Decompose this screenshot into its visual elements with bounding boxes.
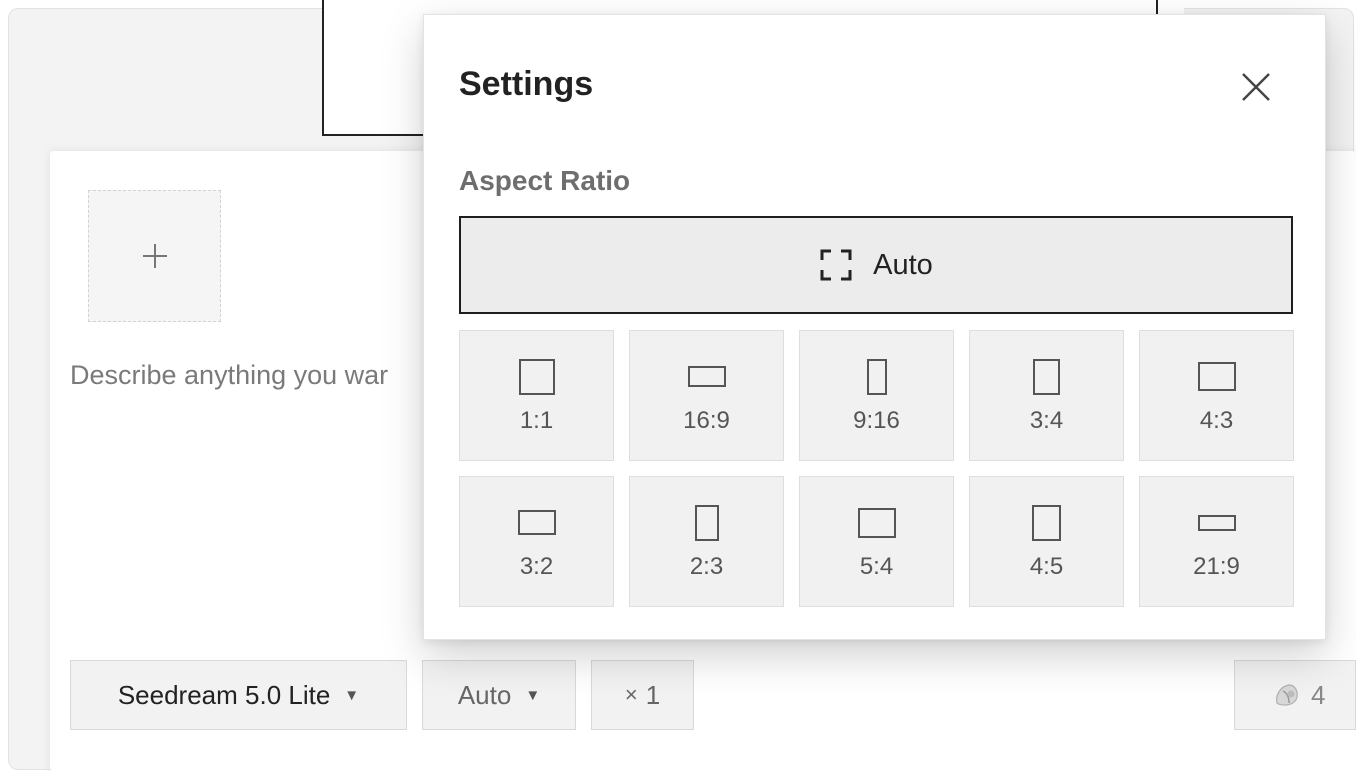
ratio-frame-icon bbox=[857, 507, 896, 538]
ratio-label: 1:1 bbox=[519, 406, 554, 434]
chevron-down-icon: ▼ bbox=[525, 686, 541, 704]
count-value: 1 bbox=[645, 679, 661, 710]
close-icon bbox=[1242, 73, 1270, 101]
ratio-shape-container bbox=[1197, 503, 1236, 543]
ratio-frame-icon bbox=[517, 510, 556, 535]
prompt-placeholder-text: Describe anything you war bbox=[70, 360, 389, 390]
ratio-shape-container bbox=[1033, 357, 1060, 397]
aspect-ratio-option-4-5[interactable]: 4:5 bbox=[969, 476, 1124, 607]
ratio-frame-icon bbox=[1197, 514, 1236, 531]
ratio-shape-container bbox=[1197, 357, 1236, 397]
count-prefix: × bbox=[624, 682, 638, 707]
model-label: Seedream 5.0 Lite bbox=[117, 679, 331, 710]
ratio-shape-container bbox=[857, 503, 896, 543]
ratio-shape-container bbox=[866, 357, 887, 397]
ratio-label: 21:9 bbox=[1193, 552, 1240, 580]
aspect-ratio-option-1-1[interactable]: 1:1 bbox=[459, 330, 614, 461]
prompt-input[interactable]: Describe anything you war bbox=[70, 360, 423, 391]
aspect-ratio-option-auto[interactable]: Auto bbox=[459, 216, 1293, 314]
generate-button[interactable]: 4 bbox=[1234, 660, 1356, 730]
ratio-label: 5:4 bbox=[859, 552, 894, 580]
image-count-button[interactable]: × 1 bbox=[591, 660, 694, 730]
frame-marker bbox=[1156, 0, 1158, 14]
model-select[interactable]: Seedream 5.0 Lite ▼ bbox=[70, 660, 407, 730]
ratio-shape-container bbox=[517, 503, 556, 543]
aspect-ratio-grid: 1:1 16:9 9:16 3:4 4:3 3:2 2:3 5:4 4:5 21:9 bbox=[459, 330, 1294, 607]
ratio-label: 4:5 bbox=[1029, 552, 1064, 580]
ratio-label: 2:3 bbox=[689, 552, 724, 580]
ratio-label: 16:9 bbox=[683, 406, 730, 434]
aspect-ratio-option-21-9[interactable]: 21:9 bbox=[1139, 476, 1294, 607]
ratio-label: 9:16 bbox=[853, 406, 900, 434]
ratio-shape-container bbox=[518, 357, 555, 397]
ratio-frame-icon bbox=[1033, 358, 1060, 395]
ratio-frame-icon bbox=[687, 366, 726, 387]
shell-icon bbox=[1276, 684, 1298, 706]
ratio-frame-icon bbox=[518, 358, 555, 395]
ratio-frame-icon bbox=[1197, 362, 1236, 391]
aspect-ratio-option-4-3[interactable]: 4:3 bbox=[1139, 330, 1294, 461]
ratio-label: 3:4 bbox=[1029, 406, 1064, 434]
ratio-shape-container bbox=[1032, 503, 1061, 543]
close-button[interactable] bbox=[1236, 67, 1276, 107]
auto-option-label: Auto bbox=[873, 248, 933, 281]
plus-icon bbox=[142, 244, 167, 268]
ratio-shape-container bbox=[694, 503, 719, 543]
aspect-ratio-option-2-3[interactable]: 2:3 bbox=[629, 476, 784, 607]
aspect-ratio-option-16-9[interactable]: 16:9 bbox=[629, 330, 784, 461]
settings-dialog: Settings Aspect Ratio Auto 1:1 16:9 9:16 3:… bbox=[423, 14, 1326, 640]
aspect-ratio-label: Auto bbox=[457, 679, 512, 710]
add-reference-image-button[interactable] bbox=[88, 190, 221, 322]
ratio-frame-icon bbox=[866, 358, 887, 395]
aspect-ratio-option-3-2[interactable]: 3:2 bbox=[459, 476, 614, 607]
aspect-ratio-option-3-4[interactable]: 3:4 bbox=[969, 330, 1124, 461]
aspect-ratio-heading: Aspect Ratio bbox=[459, 165, 631, 196]
ratio-label: 4:3 bbox=[1199, 406, 1234, 434]
ratio-frame-icon bbox=[694, 504, 719, 541]
aspect-ratio-select[interactable]: Auto ▼ bbox=[422, 660, 576, 730]
credits-value: 4 bbox=[1311, 679, 1326, 710]
auto-frame-icon bbox=[820, 249, 852, 281]
dialog-title: Settings bbox=[459, 65, 594, 103]
aspect-ratio-option-5-4[interactable]: 5:4 bbox=[799, 476, 954, 607]
aspect-ratio-option-9-16[interactable]: 9:16 bbox=[799, 330, 954, 461]
ratio-frame-icon bbox=[1032, 504, 1061, 541]
chevron-down-icon: ▼ bbox=[344, 686, 360, 704]
ratio-label: 3:2 bbox=[519, 552, 554, 580]
ratio-shape-container bbox=[687, 357, 726, 397]
